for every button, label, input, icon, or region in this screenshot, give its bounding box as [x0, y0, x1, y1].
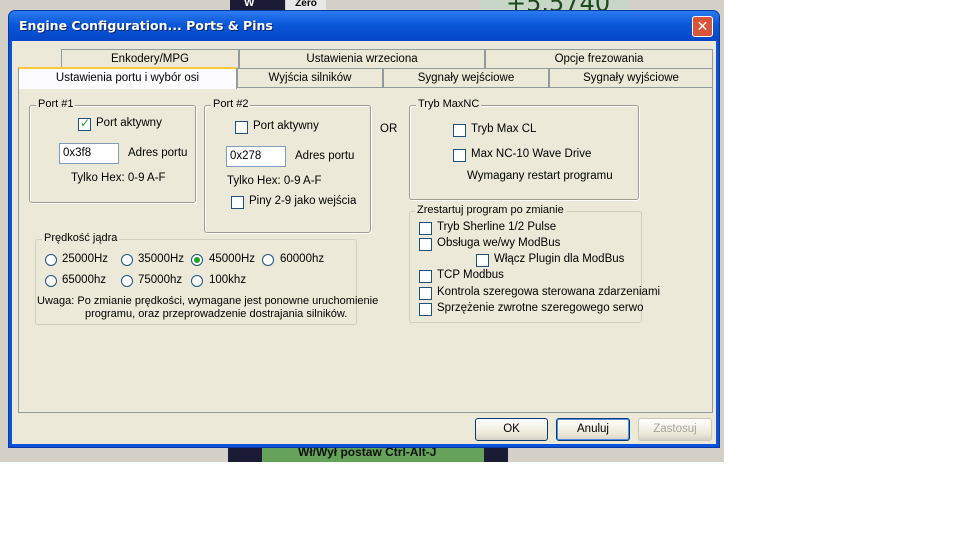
title-bar[interactable]: Engine Configuration... Ports & Pins ✕ [9, 11, 719, 41]
wave-drive-checkbox[interactable] [453, 149, 466, 162]
port2-active-checkbox[interactable] [235, 121, 248, 134]
engine-config-window: Engine Configuration... Ports & Pins ✕ E… [8, 10, 720, 448]
port2-address-label: Adres portu [295, 150, 355, 162]
event-serial-label: Kontrola szeregowa sterowana zdarzeniami [437, 286, 661, 298]
port2-pins-input-checkbox[interactable] [231, 196, 244, 209]
background-w-label: W [244, 0, 255, 9]
tab-motor-outputs[interactable]: Wyjścia silników [237, 68, 383, 87]
speed-label-45000: 45000Hz [209, 253, 256, 265]
serial-servo-feedback-label: Sprzężenie zwrotne szeregowego serwo [437, 302, 644, 314]
port1-active-checkbox[interactable] [78, 116, 91, 131]
kernel-speed-legend: Prędkość jądra [42, 232, 120, 244]
speed-radio-25000[interactable] [45, 254, 57, 266]
modbus-plugin-checkbox[interactable] [476, 254, 489, 267]
port1-hex-hint: Tylko Hex: 0-9 A-F [71, 172, 166, 184]
speed-radio-65000[interactable] [45, 275, 57, 287]
speed-label-25000: 25000Hz [62, 253, 109, 265]
background-zero-button: Zero [286, 0, 326, 10]
max-cl-checkbox[interactable] [453, 124, 466, 137]
speed-radio-45000[interactable] [191, 254, 203, 266]
sherline-label: Tryb Sherline 1/2 Pulse [437, 221, 557, 233]
port1-address-label: Adres portu [128, 147, 188, 159]
speed-radio-60000[interactable] [262, 254, 274, 266]
port2-group: Port #2 Port aktywny 0x278 Adres portu T… [204, 98, 371, 233]
restart-required-note: Wymagany restart programu [467, 170, 613, 182]
or-label: OR [380, 123, 398, 135]
tab-output-signals[interactable]: Sygnały wyjściowe [549, 68, 713, 87]
wave-drive-label: Max NC-10 Wave Drive [471, 148, 592, 160]
sherline-checkbox[interactable] [419, 222, 432, 235]
window-title: Engine Configuration... Ports & Pins [19, 18, 273, 33]
speed-radio-35000[interactable] [121, 254, 133, 266]
kernel-speed-group: Prędkość jądra 25000Hz 35000Hz 45000Hz 6… [35, 232, 378, 325]
speed-note-line2: programu, oraz przeprowadzenie dostrajan… [85, 308, 348, 320]
port2-hex-hint: Tylko Hex: 0-9 A-F [227, 175, 322, 187]
max-cl-label: Tryb Max CL [471, 123, 537, 135]
restart-options-group: Zrestartuj program po zmianie Tryb Sherl… [409, 204, 660, 323]
modbus-io-checkbox[interactable] [419, 238, 432, 251]
close-icon: ✕ [696, 18, 709, 34]
tab-encoders[interactable]: Enkodery/MPG [61, 49, 239, 68]
tab-input-signals[interactable]: Sygnały wejściowe [383, 68, 549, 87]
speed-radio-75000[interactable] [121, 275, 133, 287]
apply-button[interactable]: Zastosuj [638, 418, 712, 441]
speed-note-line1: Uwaga: Po zmianie prędkości, wymagane je… [37, 295, 379, 307]
close-button[interactable]: ✕ [692, 16, 713, 37]
port1-legend: Port #1 [36, 98, 76, 110]
ok-button[interactable]: OK [475, 418, 548, 441]
modbus-plugin-label: Włącz Plugin dla ModBus [494, 253, 625, 265]
maxnc-legend: Tryb MaxNC [416, 98, 482, 110]
port2-active-label: Port aktywny [253, 120, 319, 132]
restart-options-legend: Zrestartuj program po zmianie [415, 204, 566, 216]
cancel-button[interactable]: Anuluj [556, 418, 630, 441]
tcp-modbus-checkbox[interactable] [419, 270, 432, 283]
port2-legend: Port #2 [211, 98, 251, 110]
background-footer-bar: Wł/Wył postaw Ctrl-Alt-J [262, 445, 484, 462]
speed-label-100k: 100khz [209, 274, 247, 286]
tab-panel: Port #1 Port aktywny 0x3f8 Adres portu T… [18, 87, 713, 413]
tab-milling-options[interactable]: Opcje frezowania [485, 49, 713, 68]
speed-label-35000: 35000Hz [138, 253, 185, 265]
background-lcd: +5.5740 [480, 0, 630, 10]
port1-active-label: Port aktywny [96, 117, 162, 129]
port2-address-input[interactable]: 0x278 [226, 146, 286, 167]
maxnc-group: Tryb MaxNC Tryb Max CL Max NC-10 Wave Dr… [409, 98, 639, 200]
tab-port-setup[interactable]: Ustawienia portu i wybór osi [18, 67, 237, 89]
event-serial-checkbox[interactable] [419, 287, 432, 300]
port2-pins-input-label: Piny 2-9 jako wejścia [249, 195, 357, 207]
tcp-modbus-label: TCP Modbus [437, 269, 504, 281]
serial-servo-feedback-checkbox[interactable] [419, 303, 432, 316]
modbus-io-label: Obsługa we/wy ModBus [437, 237, 561, 249]
dialog-client: Enkodery/MPG Ustawienia wrzeciona Opcje … [12, 41, 716, 444]
speed-radio-100k[interactable] [191, 275, 203, 287]
tab-spindle-settings[interactable]: Ustawienia wrzeciona [239, 49, 485, 68]
background-panel: W [230, 0, 285, 10]
speed-label-65000: 65000hz [62, 274, 107, 286]
speed-label-75000: 75000hz [138, 274, 183, 286]
port1-address-input[interactable]: 0x3f8 [59, 143, 119, 164]
port1-group: Port #1 Port aktywny 0x3f8 Adres portu T… [29, 98, 196, 203]
speed-label-60000: 60000hz [280, 253, 325, 265]
